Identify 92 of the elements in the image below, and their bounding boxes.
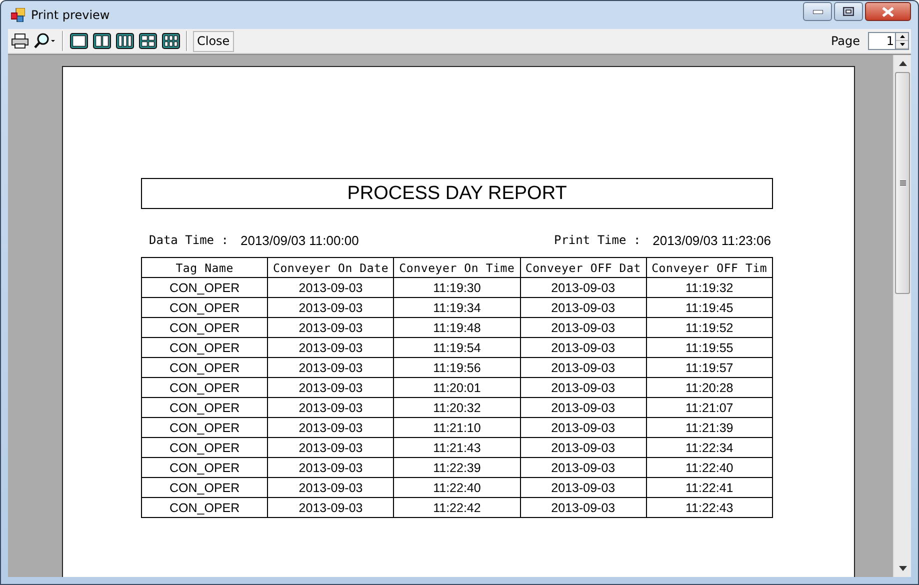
table-cell: 2013-09-03	[268, 478, 394, 498]
table-cell: 2013-09-03	[520, 298, 646, 318]
table-cell: 11:22:40	[394, 478, 520, 498]
table-cell: 2013-09-03	[520, 318, 646, 338]
table-cell: 11:22:39	[394, 458, 520, 478]
table-cell: 2013-09-03	[268, 378, 394, 398]
table-cell: 11:22:42	[394, 498, 520, 518]
table-cell: 2013-09-03	[268, 298, 394, 318]
zoom-icon[interactable]	[33, 31, 57, 51]
table-cell: 2013-09-03	[520, 398, 646, 418]
app-icon	[11, 8, 25, 22]
table-cell: 2013-09-03	[268, 358, 394, 378]
table-cell: 2013-09-03	[520, 478, 646, 498]
table-cell: 11:21:43	[394, 438, 520, 458]
window-title: Print preview	[31, 8, 110, 22]
table-cell: 11:19:55	[646, 338, 772, 358]
column-header: Conveyer On Time	[394, 258, 520, 278]
table-cell: CON_OPER	[142, 278, 268, 298]
table-cell: 11:20:32	[394, 398, 520, 418]
close-button[interactable]	[865, 2, 911, 21]
spin-down-icon[interactable]	[896, 41, 908, 49]
table-cell: 11:19:48	[394, 318, 520, 338]
scrollbar-thumb[interactable]	[895, 72, 910, 294]
table-cell: 11:19:32	[646, 278, 772, 298]
table-cell: 11:21:39	[646, 418, 772, 438]
column-header: Tag Name	[142, 258, 268, 278]
table-cell: CON_OPER	[142, 338, 268, 358]
close-icon[interactable]	[882, 6, 894, 16]
minimize-icon[interactable]	[812, 10, 822, 14]
table-cell: 2013-09-03	[520, 458, 646, 478]
table-cell: 11:22:40	[646, 458, 772, 478]
vertical-scrollbar[interactable]	[893, 55, 911, 577]
meta-label: Print Time :	[554, 233, 641, 249]
table-cell: 2013-09-03	[268, 458, 394, 478]
table-cell: 2013-09-03	[520, 358, 646, 378]
page-layout-icon[interactable]	[161, 31, 181, 51]
table-cell: CON_OPER	[142, 478, 268, 498]
table-cell: 2013-09-03	[520, 278, 646, 298]
table-cell: 2013-09-03	[520, 418, 646, 438]
column-header: Conveyer OFF Tim	[646, 258, 772, 278]
maximize-icon[interactable]	[843, 7, 854, 16]
table-cell: CON_OPER	[142, 378, 268, 398]
table-cell: CON_OPER	[142, 398, 268, 418]
table-cell: 2013-09-03	[268, 418, 394, 438]
table-cell: 2013-09-03	[268, 278, 394, 298]
table-cell: 11:19:56	[394, 358, 520, 378]
table-cell: 2013-09-03	[268, 398, 394, 418]
table-cell: 11:19:57	[646, 358, 772, 378]
table-cell: 11:19:30	[394, 278, 520, 298]
table-cell: 2013-09-03	[520, 438, 646, 458]
report-title: PROCESS DAY REPORT	[141, 178, 773, 209]
table-cell: 11:20:28	[646, 378, 772, 398]
table-cell: 2013-09-03	[520, 378, 646, 398]
table-cell: 2013-09-03	[520, 498, 646, 518]
column-header: Conveyer On Date	[268, 258, 394, 278]
table-cell: CON_OPER	[142, 318, 268, 338]
table-cell: 11:21:10	[394, 418, 520, 438]
table-cell: CON_OPER	[142, 358, 268, 378]
table-cell: 11:22:34	[646, 438, 772, 458]
page-layout-icon[interactable]	[138, 31, 158, 51]
table-cell: 2013-09-03	[268, 318, 394, 338]
page-layout-icon[interactable]	[115, 31, 135, 51]
page-number-field[interactable]: 1	[868, 32, 895, 50]
table-cell: 11:19:54	[394, 338, 520, 358]
table-cell: 11:22:43	[646, 498, 772, 518]
maximize-button[interactable]	[834, 2, 863, 21]
page-label: Page	[830, 34, 860, 48]
spin-up-icon[interactable]	[896, 33, 908, 41]
meta-value: 2013/09/03 11:00:00	[240, 233, 359, 250]
table-cell: 2013-09-03	[268, 498, 394, 518]
print-icon[interactable]	[10, 31, 30, 51]
close-preview-button[interactable]: Close	[193, 30, 234, 52]
table-cell: 2013-09-03	[520, 338, 646, 358]
table-cell: 11:19:52	[646, 318, 772, 338]
table-cell: 11:19:34	[394, 298, 520, 318]
table-cell: 11:19:45	[646, 298, 772, 318]
table-cell: CON_OPER	[142, 298, 268, 318]
meta-value: 2013/09/03 11:23:06	[652, 233, 771, 250]
column-header: Conveyer OFF Dat	[520, 258, 646, 278]
table-cell: CON_OPER	[142, 418, 268, 438]
meta-label: Data Time :	[149, 233, 228, 249]
minimize-button[interactable]	[803, 2, 832, 21]
table-cell: 2013-09-03	[268, 438, 394, 458]
table-cell: CON_OPER	[142, 458, 268, 478]
table-cell: 11:21:07	[646, 398, 772, 418]
page-layout-icon[interactable]	[92, 31, 112, 51]
table-cell: 2013-09-03	[268, 338, 394, 358]
table-cell: CON_OPER	[142, 498, 268, 518]
table-cell: 11:20:01	[394, 378, 520, 398]
table-cell: 11:22:41	[646, 478, 772, 498]
table-cell: CON_OPER	[142, 438, 268, 458]
page-layout-icon[interactable]	[69, 31, 89, 51]
